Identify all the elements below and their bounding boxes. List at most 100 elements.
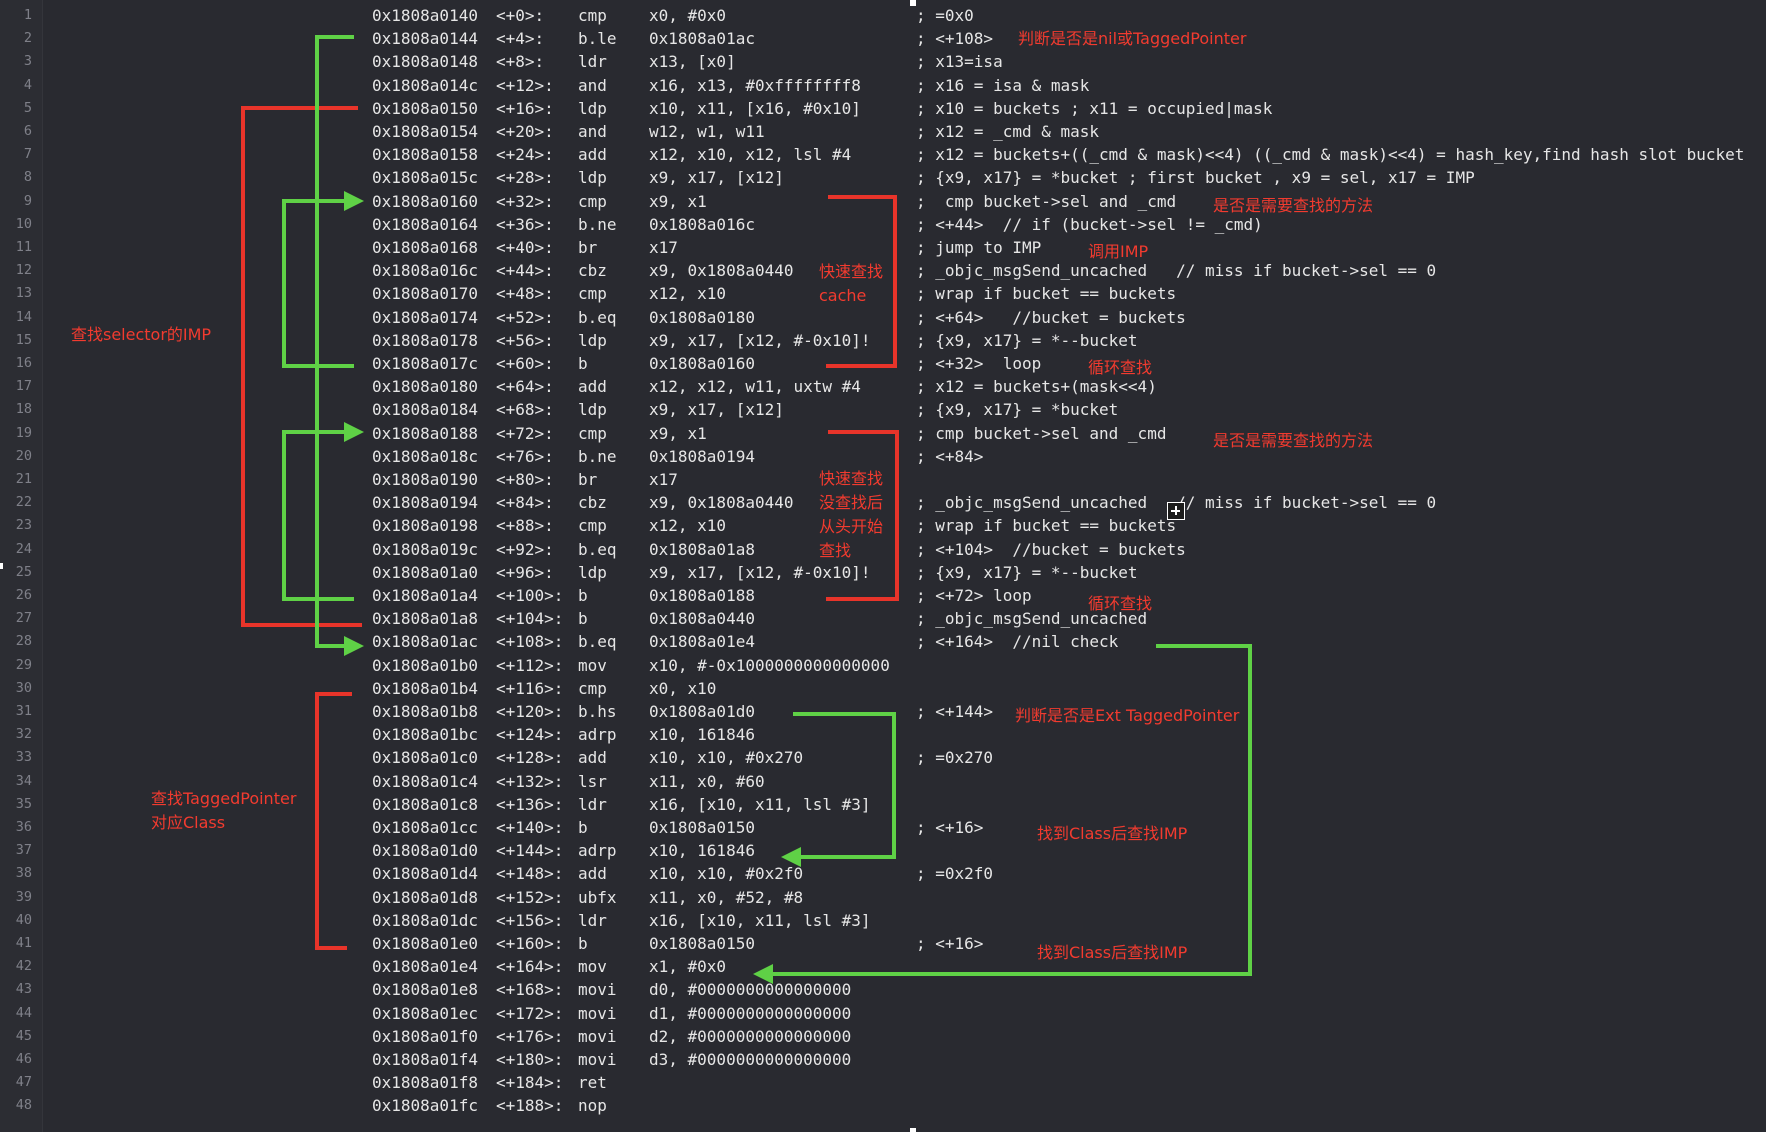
instruction-comment: ; =0x2f0 [916,864,994,884]
instruction-opcode: b.hs [578,702,617,721]
code-line[interactable]: 41 0x1808a01e0 <+160>: b 0x1808a0150 ; <+16> [0,932,1766,955]
instruction-address: 0x1808a0178 [372,330,478,350]
code-line[interactable]: 16 0x1808a017c <+60>: b 0x1808a0160 ; <+32> l… [0,352,1766,375]
line-number: 48 [15,1097,32,1114]
line-number: 15 [15,331,32,348]
code-line[interactable]: 15 0x1808a0178 <+56>: ldp x9, x17, [x12, #-0… [0,329,1766,352]
instruction-address: 0x1808a0198 [372,516,478,536]
instruction-address: 0x1808a0168 [372,238,478,257]
code-line[interactable]: 10 0x1808a0164 <+36>: b.ne 0x1808a016c ; <+44… [0,213,1766,236]
instruction-offset: <+104>: [496,609,564,629]
code-line[interactable]: 11 0x1808a0168 <+40>: br x17 ; jump to IMP [0,236,1766,259]
code-line[interactable]: 32 0x1808a01bc <+124>: adrp x10, 161846 [0,723,1766,746]
code-line[interactable]: 45 0x1808a01f0 <+176>: movi d2, #00000000000… [0,1025,1766,1048]
code-line[interactable]: 39 0x1808a01d8 <+152>: ubfx x11, x0, #52, #8 [0,886,1766,909]
line-number: 30 [15,679,32,696]
code-line[interactable]: 25 0x1808a01a0 <+96>: ldp x9, x17, [x12, #-0… [0,561,1766,584]
instruction-opcode: lsr [578,771,607,791]
code-line[interactable]: 9 0x1808a0160 <+32>: cmp x9, x1 ; cmp bucket-… [0,190,1766,213]
instruction-offset: <+84>: [496,493,554,513]
code-line[interactable]: 7 0x1808a0158 <+24>: add x12, x10, x12, lsl … [0,143,1766,166]
annotation-find-selector-imp: 查找selector的IMP [71,325,212,344]
selection-handle-bottom[interactable] [910,1128,916,1134]
instruction-opcode: movi [578,980,617,1000]
instruction-address: 0x1808a01b8 [372,702,478,721]
code-line[interactable]: 14 0x1808a0174 <+52>: b.eq 0x1808a0180 ; <+64… [0,306,1766,329]
instruction-address: 0x1808a01cc [372,818,478,837]
line-number: 11 [15,239,32,255]
code-line[interactable]: 40 0x1808a01dc <+156>: ldr x16, [x10, x11, l… [0,909,1766,932]
code-line[interactable]: 4 0x1808a014c <+12>: and x16, x13, #0xffffff… [0,74,1766,97]
line-number: 23 [15,517,32,534]
line-number: 20 [15,447,32,464]
instruction-opcode: adrp [578,725,617,745]
line-number: 22 [15,494,32,511]
code-line[interactable]: 27 0x1808a01a8 <+104>: b 0x1808a0440; _objc_… [0,607,1766,630]
instruction-address: 0x1808a01f8 [372,1073,478,1093]
line-number: 35 [15,795,32,812]
code-line[interactable]: 8 0x1808a015c <+28>: ldp x9, x17, [x12] ; {x9… [0,166,1766,189]
code-line[interactable]: 46 0x1808a01f4 <+180>: movi d3, #00000000000… [0,1048,1766,1071]
code-line[interactable]: 43 0x1808a01e8 <+168>: movi d0, #00000000000… [0,978,1766,1001]
instruction-opcode: b [578,586,588,605]
line-number: 34 [15,772,32,789]
instruction-offset: <+4>: [496,29,545,49]
instruction-address: 0x1808a017c [372,354,478,373]
instruction-address: 0x1808a01dc [372,910,478,930]
instruction-address: 0x1808a01a0 [372,562,478,582]
instruction-comment: ; <+84> [916,446,984,466]
instruction-opcode: adrp [578,841,617,861]
code-line[interactable]: 28 0x1808a01ac <+108>: b.eq 0x1808a01e4 ; <+1… [0,630,1766,653]
disassembly-view[interactable]: 1 0x1808a0140 <+0>: cmp x0, #0x0 ; =0x0 2 0x180… [0,0,1766,1132]
instruction-address: 0x1808a01b4 [372,678,478,698]
instruction-offset: <+16>: [496,98,554,118]
instruction-opcode: mov [578,655,607,675]
instruction-opcode: ldp [578,400,607,420]
instruction-opcode: b.ne [578,446,617,466]
code-line[interactable]: 6 0x1808a0154 <+20>: and w12, w1, w11 ; x12 =… [0,120,1766,143]
code-line[interactable]: 2 0x1808a0144 <+4>: b.le 0x1808a01ac ; <+108> [0,27,1766,50]
instruction-offset: <+8>: [496,52,545,72]
code-line[interactable]: 18 0x1808a0184 <+68>: ldp x9, x17, [x12] ; {x… [0,398,1766,421]
instruction-offset: <+168>: [496,980,564,1000]
instruction-offset: <+136>: [496,794,564,814]
code-line[interactable]: 42 0x1808a01e4 <+164>: mov x1, #0x0 [0,955,1766,978]
code-line[interactable]: 20 0x1808a018c <+76>: b.ne 0x1808a0194 ; <+84… [0,445,1766,468]
line-number: 19 [15,424,32,441]
instruction-opcode: ldp [578,168,607,188]
instruction-opcode: mov [578,957,607,977]
instruction-operands: d1, #0000000000000000 [649,1003,852,1023]
code-line[interactable]: 5 0x1808a0150 <+16>: ldp x10, x11, [x16, #0x… [0,97,1766,120]
code-line[interactable]: 38 0x1808a01d4 <+148>: add x10, x10, #0x2f0;… [0,862,1766,885]
line-number: 42 [15,958,32,975]
code-line[interactable]: 48 0x1808a01fc <+188>: nop [0,1094,1766,1117]
instruction-comment: ; _objc_msgSend_uncached // miss if buck… [916,261,1437,281]
line-number: 12 [15,262,32,279]
code-line[interactable]: 26 0x1808a01a4 <+100>: b 0x1808a0188 ; <+72> … [0,584,1766,607]
instruction-operands: x9, 0x1808a0440 [649,493,794,513]
code-line[interactable]: 30 0x1808a01b4 <+116>: cmp x0, x10 [0,677,1766,700]
instruction-address: 0x1808a01a4 [372,586,478,605]
instruction-operands: x0, #0x0 [649,6,727,25]
code-line[interactable]: 3 0x1808a0148 <+8>: ldr x13, [x0] ; x13=isa [0,50,1766,73]
code-line[interactable]: 29 0x1808a01b0 <+112>: mov x10, #-0x10000000… [0,654,1766,677]
selection-handle-left[interactable] [0,563,3,569]
selection-handle-top[interactable] [910,0,916,6]
code-line[interactable]: 17 0x1808a0180 <+64>: add x12, x12, w11, uxt… [0,375,1766,398]
instruction-comment: ; <+72> loop [916,586,1032,605]
instruction-offset: <+68>: [496,400,554,420]
instruction-offset: <+92>: [496,539,554,559]
code-line[interactable]: 33 0x1808a01c0 <+128>: add x10, x10, #0x270;… [0,746,1766,769]
code-line[interactable]: 1 0x1808a0140 <+0>: cmp x0, #0x0 ; =0x0 [0,4,1766,27]
instruction-operands: 0x1808a01e4 [649,632,755,652]
code-line[interactable]: 47 0x1808a01f8 <+184>: ret [0,1071,1766,1094]
code-line[interactable]: 31 0x1808a01b8 <+120>: b.hs 0x1808a01d0 ; <+1… [0,700,1766,723]
code-line[interactable]: 44 0x1808a01ec <+172>: movi d1, #00000000000… [0,1002,1766,1025]
code-line[interactable]: 37 0x1808a01d0 <+144>: adrp x10, 161846 [0,839,1766,862]
code-line[interactable]: 19 0x1808a0188 <+72>: cmp x9, x1 ; cmp bucket… [0,422,1766,445]
instruction-opcode: ldr [578,794,607,814]
instruction-operands: x10, x11, [x16, #0x10] [649,98,861,118]
instruction-address: 0x1808a0184 [372,400,478,420]
instruction-address: 0x1808a0144 [372,29,478,49]
instruction-address: 0x1808a01d8 [372,887,478,907]
